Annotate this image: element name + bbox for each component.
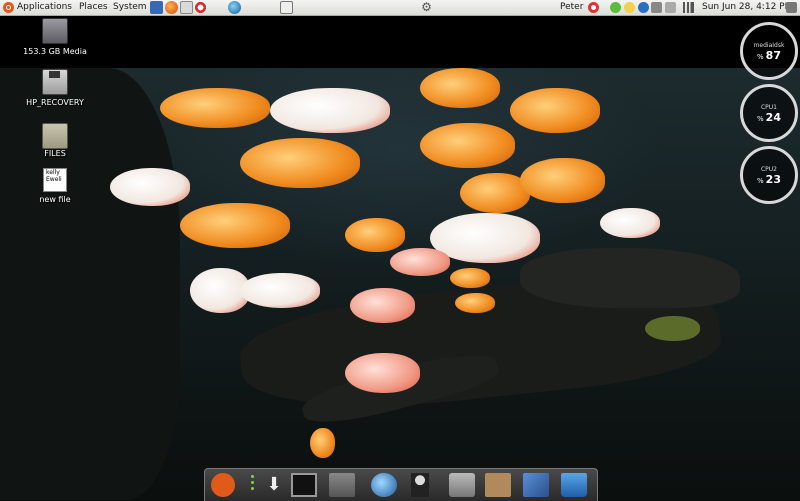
aquarium-wallpaper — [0, 68, 800, 500]
gauge-value-row: % 24 — [743, 111, 795, 124]
documents-icon[interactable] — [523, 473, 549, 497]
user-name[interactable]: Peter — [560, 0, 583, 15]
system-menu[interactable]: System — [113, 0, 147, 15]
help-icon[interactable] — [194, 1, 207, 14]
gauge-label: mediaIdsk — [753, 42, 785, 49]
show-desktop-icon[interactable] — [280, 1, 293, 14]
user-icon[interactable] — [411, 473, 429, 497]
gauge-value-row: % 87 — [743, 49, 795, 62]
places-menu[interactable]: Places — [79, 0, 108, 15]
globe-icon[interactable] — [371, 473, 397, 497]
applications-menu[interactable]: Applications — [17, 0, 72, 15]
firefox-icon[interactable] — [165, 1, 178, 14]
lightbulb-icon[interactable] — [624, 2, 635, 13]
download-icon[interactable]: ⬇ — [261, 473, 287, 497]
dock-separator — [251, 475, 254, 495]
bluetooth-icon[interactable] — [638, 2, 649, 13]
gauge-media-disk: mediaIdsk % 87 — [740, 22, 798, 80]
file-preview-line: kelly — [46, 169, 60, 176]
text-file-icon: kelly Eweli — [43, 168, 67, 192]
network-icon[interactable] — [180, 1, 193, 14]
gauge-cpu2: CPU2 % 23 — [740, 146, 798, 204]
gauge-value: 87 — [765, 49, 781, 62]
network-manager-icon[interactable] — [665, 2, 676, 13]
globe-icon[interactable] — [228, 1, 241, 14]
gauge-cpu1: CPU1 % 24 — [740, 84, 798, 142]
ubuntu-icon[interactable] — [211, 473, 235, 497]
gauge-label: CPU1 — [760, 104, 778, 111]
gauge-label: CPU2 — [760, 166, 778, 173]
window-icon[interactable] — [449, 473, 475, 497]
folder-icon — [42, 123, 68, 149]
gauge-value: 23 — [765, 173, 781, 186]
desktop-icon-label: HP_RECOVERY — [26, 98, 84, 107]
signal-icon[interactable] — [683, 2, 694, 13]
gauge-unit: % — [757, 115, 764, 123]
desktop-icon-new-file[interactable]: kelly Eweli new file — [15, 168, 95, 204]
save-icon[interactable] — [150, 1, 163, 14]
desktop-icon-label: FILES — [44, 149, 66, 158]
file-preview-line: Eweli — [46, 176, 62, 183]
power-icon[interactable] — [588, 2, 599, 13]
top-panel: Applications Places System ⚙ Peter Sun J… — [0, 0, 800, 16]
desktop-icon-label: new file — [39, 195, 71, 204]
desktop-icon-files[interactable]: FILES — [15, 120, 95, 158]
volume-icon[interactable] — [786, 2, 797, 13]
archive-icon[interactable] — [485, 473, 511, 497]
dock: ⬇ — [204, 468, 598, 501]
status-green-icon[interactable] — [610, 2, 621, 13]
drive-icon[interactable] — [329, 473, 355, 497]
gauge-value: 24 — [765, 111, 781, 124]
drive-icon — [42, 18, 68, 44]
desktop-icon-media[interactable]: 153.3 GB Media — [15, 18, 95, 56]
desktop-icon-label: 153.3 GB Media — [23, 47, 87, 56]
ubuntu-icon[interactable] — [3, 2, 14, 13]
gauge-unit: % — [757, 177, 764, 185]
terminal-icon[interactable] — [291, 473, 317, 497]
battery-icon[interactable] — [651, 2, 662, 13]
gauge-value-row: % 23 — [743, 173, 795, 186]
clock[interactable]: Sun Jun 28, 4:12 PM — [702, 0, 792, 15]
desktop: 153.3 GB Media HP_RECOVERY FILES kelly E… — [0, 16, 800, 501]
floppy-icon — [42, 69, 68, 95]
trash-icon[interactable] — [561, 473, 587, 497]
gauge-unit: % — [757, 53, 764, 61]
desktop-icon-hp-recovery[interactable]: HP_RECOVERY — [15, 69, 95, 107]
settings-gear-icon[interactable]: ⚙ — [420, 1, 433, 14]
